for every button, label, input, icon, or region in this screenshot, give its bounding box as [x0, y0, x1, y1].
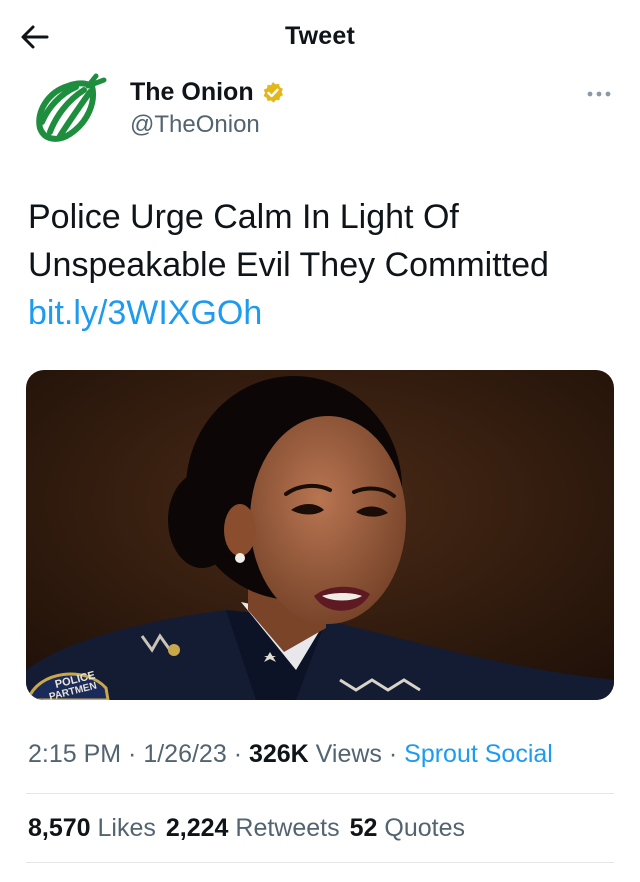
onion-logo-icon [36, 73, 107, 142]
meta-separator: · [381, 740, 405, 768]
top-bar: Tweet [0, 0, 640, 74]
divider [26, 862, 614, 863]
retweets-label: Retweets [228, 814, 340, 842]
retweets-count: 2,224 [165, 814, 229, 842]
tweet-meta: 2:15 PM · 1/26/23 · 326K Views · Sprout … [28, 740, 553, 769]
divider [26, 793, 614, 794]
more-options-button[interactable] [586, 86, 612, 97]
tweet-source-link[interactable]: Sprout Social [404, 740, 553, 768]
quotes-count: 52 [349, 814, 378, 842]
views-count: 326K [248, 740, 309, 768]
retweets-stat[interactable]: 2,224 Retweets [166, 814, 340, 842]
tweet-stats: 8,570 Likes 2,224 Retweets 52 Quotes [28, 814, 475, 843]
quotes-stat[interactable]: 52 Quotes [350, 814, 465, 842]
quotes-label: Quotes [377, 814, 465, 842]
tweet-time: 2:15 PM [28, 740, 122, 768]
tweet-link[interactable]: bit.ly/3WIXGOh [28, 289, 618, 337]
author-handle[interactable]: @TheOnion [130, 111, 260, 139]
tweet-text: Police Urge Calm In Light Of Unspeakable… [28, 193, 618, 337]
tweet-text-line-1: Police Urge Calm In Light Of [28, 198, 459, 236]
more-dots-icon [587, 91, 611, 97]
author-avatar[interactable] [30, 72, 110, 146]
likes-label: Likes [90, 814, 156, 842]
views-label: Views [308, 740, 382, 768]
meta-separator: · [121, 740, 144, 768]
author-name[interactable]: The Onion [130, 78, 254, 107]
likes-stat[interactable]: 8,570 Likes [28, 814, 156, 842]
page-title: Tweet [285, 22, 355, 50]
likes-count: 8,570 [28, 814, 91, 842]
photo-illustration: POLICE PARTMEN [26, 370, 614, 700]
tweet-date: 1/26/23 [143, 740, 227, 768]
tweet-photo[interactable]: POLICE PARTMEN [26, 370, 614, 700]
author-name-row[interactable]: The Onion [130, 78, 285, 107]
verified-badge-icon [263, 81, 283, 103]
tweet-text-line-2: Unspeakable Evil They Committed [28, 246, 549, 284]
meta-separator: · [226, 740, 249, 768]
